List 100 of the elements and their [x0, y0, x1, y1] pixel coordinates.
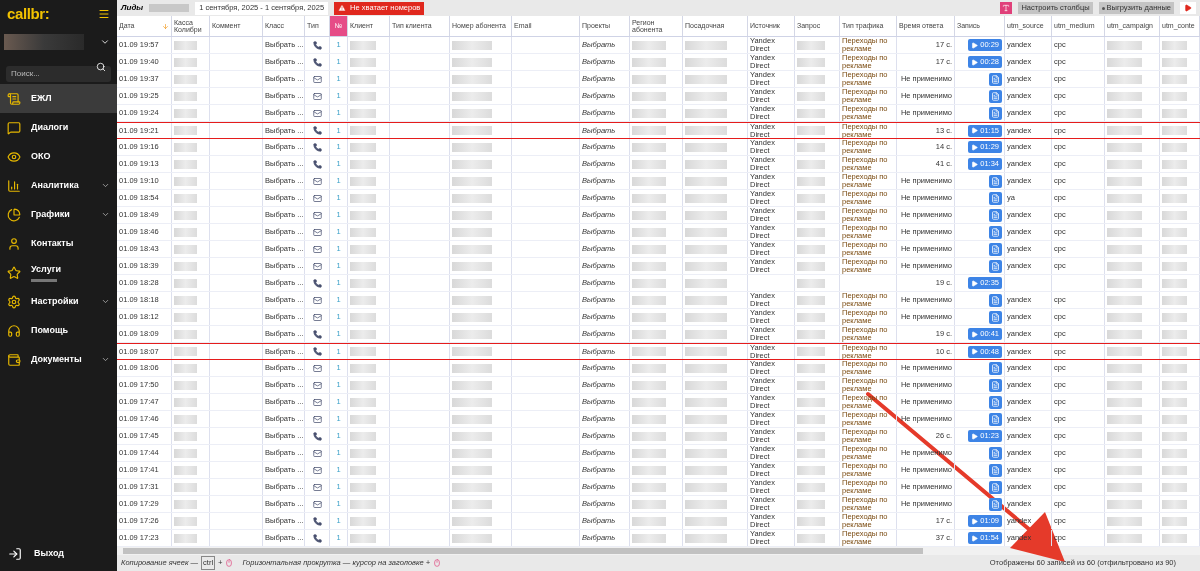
- blurred-text: [685, 347, 727, 356]
- document-button[interactable]: [989, 225, 1002, 239]
- logo[interactable]: callbr:: [7, 2, 50, 26]
- play-icon: [971, 432, 979, 440]
- blurred-text: [174, 516, 198, 526]
- nav-item[interactable]: Аналитика: [0, 171, 117, 200]
- document-button[interactable]: [989, 191, 1002, 205]
- blurred-text: [452, 244, 492, 254]
- nav-item[interactable]: Диалоги: [0, 113, 117, 142]
- blurred-text: [350, 431, 376, 441]
- video-button[interactable]: [1180, 2, 1196, 14]
- blurred-text: [797, 40, 825, 50]
- document-button[interactable]: [989, 89, 1002, 103]
- document-button[interactable]: [989, 480, 1002, 494]
- document-button[interactable]: [989, 242, 1002, 256]
- nav-label: ОКО: [31, 149, 52, 163]
- blurred-text: [1162, 533, 1187, 543]
- blurred-text: [797, 533, 825, 543]
- scrollbar-thumb[interactable]: [123, 548, 923, 554]
- blurred-text: [632, 210, 666, 220]
- document-button[interactable]: [989, 463, 1002, 477]
- blurred-text: [1162, 227, 1187, 237]
- blurred-text: [797, 312, 825, 322]
- search-field[interactable]: Поиск...: [6, 65, 111, 82]
- blurred-text: [1162, 74, 1187, 84]
- blurred-text: [350, 465, 376, 475]
- document-button[interactable]: [989, 361, 1002, 375]
- user-icon: [7, 236, 21, 251]
- blurred-text: [1162, 126, 1187, 135]
- play-icon: [971, 143, 979, 151]
- play-icon: [971, 160, 979, 168]
- document-icon: [991, 74, 1000, 84]
- document-button[interactable]: [989, 497, 1002, 511]
- play-icon: [971, 534, 979, 542]
- blurred-text: [350, 499, 376, 509]
- wallet-icon: [7, 352, 21, 367]
- nav-item[interactable]: ЕЖЛ: [0, 84, 117, 113]
- mail-icon: [312, 380, 322, 390]
- phone-icon: [312, 347, 322, 356]
- play-icon: [971, 58, 979, 66]
- blurred-text: [685, 108, 727, 118]
- document-button[interactable]: [989, 72, 1002, 86]
- blurred-text: [1162, 347, 1187, 356]
- menu-icon[interactable]: [98, 8, 110, 20]
- mail-icon: [312, 210, 322, 220]
- blurred-text: [797, 261, 825, 271]
- play-icon: [971, 279, 979, 287]
- mail-icon: [312, 74, 322, 84]
- document-button[interactable]: [989, 208, 1002, 222]
- nav-item[interactable]: Контакты: [0, 229, 117, 258]
- document-button[interactable]: [989, 378, 1002, 392]
- blurred-text: [797, 465, 825, 475]
- horizontal-scrollbar[interactable]: [117, 547, 1200, 555]
- nav-item[interactable]: Услуги: [0, 258, 117, 287]
- play-icon: [1184, 4, 1192, 12]
- blurred-text: [632, 329, 666, 339]
- blurred-text: [452, 347, 492, 356]
- nav-item[interactable]: Документы: [0, 345, 117, 374]
- document-button[interactable]: [989, 395, 1002, 409]
- mail-icon: [312, 244, 322, 254]
- document-button[interactable]: [989, 293, 1002, 307]
- document-icon: [991, 482, 1000, 492]
- blurred-text: [685, 261, 727, 271]
- blurred-text: [1162, 278, 1187, 288]
- nav-item[interactable]: ОКО: [0, 142, 117, 171]
- nav-label: Документы: [31, 352, 83, 366]
- blurred-text: [452, 142, 492, 152]
- search-icon[interactable]: [96, 62, 106, 72]
- blurred-text: [452, 278, 492, 288]
- bar-chart-icon: [7, 178, 21, 193]
- chevron-down-icon[interactable]: [100, 37, 110, 47]
- blurred-text: [452, 57, 492, 67]
- nav-item[interactable]: Настройки: [0, 287, 117, 316]
- document-button[interactable]: [989, 446, 1002, 460]
- eye-icon: [7, 149, 21, 164]
- nav-label: Контакты: [31, 236, 75, 250]
- document-button[interactable]: [989, 412, 1002, 426]
- blurred-text: [632, 57, 666, 67]
- nav-item[interactable]: Графики: [0, 200, 117, 229]
- document-button[interactable]: [989, 106, 1002, 120]
- document-button[interactable]: [989, 310, 1002, 324]
- blurred-text: [685, 516, 727, 526]
- blurred-text: [797, 363, 825, 373]
- blurred-text: [350, 516, 376, 526]
- sort-arrow-icon: [162, 22, 169, 30]
- document-button[interactable]: [989, 259, 1002, 273]
- logout-icon[interactable]: [8, 547, 22, 561]
- nav-item[interactable]: Помощь: [0, 316, 117, 345]
- blurred-text: [797, 347, 825, 356]
- logout-link[interactable]: Выход: [34, 547, 65, 561]
- blurred-text: [1107, 465, 1142, 475]
- blurred-text: [1162, 210, 1187, 220]
- blurred-text: [1162, 465, 1187, 475]
- phone-icon: [312, 278, 322, 288]
- blurred-text: [797, 482, 825, 492]
- document-button[interactable]: [989, 174, 1002, 188]
- blurred-text: [452, 363, 492, 373]
- font-button[interactable]: [1000, 2, 1013, 14]
- blurred-text: [452, 414, 492, 424]
- warning-icon: [338, 4, 347, 12]
